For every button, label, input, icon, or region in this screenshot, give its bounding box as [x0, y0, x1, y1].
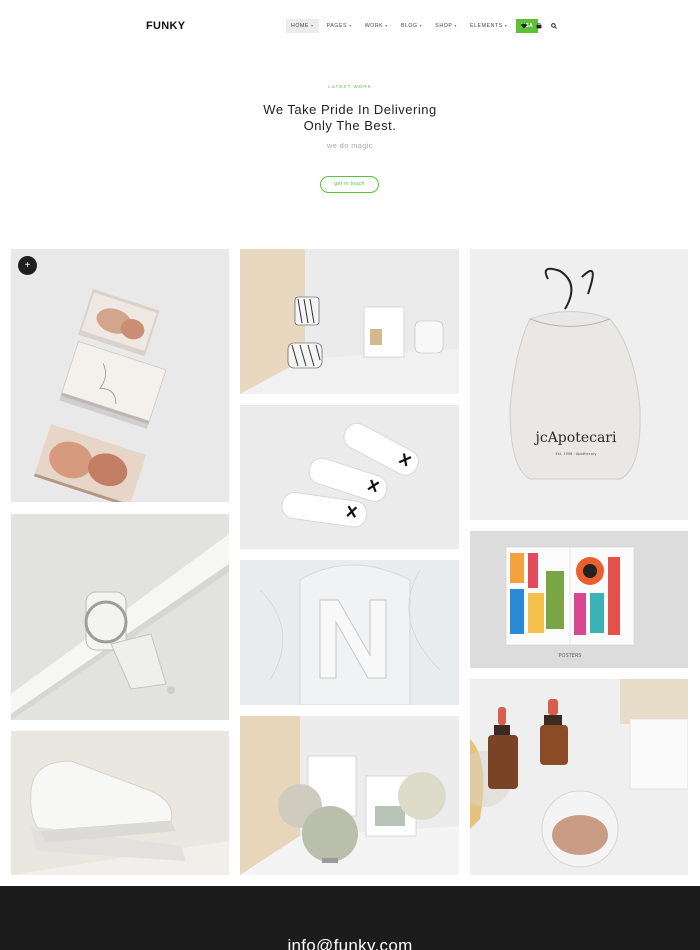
posters-magazine-image: POSTERS [470, 531, 688, 668]
caret-down-icon: ▾ [454, 23, 457, 28]
get-in-touch-button[interactable]: get in touch [320, 176, 379, 193]
main-nav: HOME ▾ PAGES ▾ WORK ▾ BLOG ▾ SHOP ▾ ELEMENTS ▾… [286, 19, 539, 33]
magazines-image [11, 249, 229, 502]
heart-icon[interactable] [520, 21, 528, 30]
header-icons [520, 21, 558, 30]
clamp-lamp-image [11, 514, 229, 720]
caret-down-icon: ▾ [310, 23, 314, 28]
cart-icon[interactable] [535, 21, 543, 30]
portfolio-item-bottles-and-soap[interactable] [470, 679, 688, 875]
bag-tagline-text: Est. 1998 · Apothecary [555, 452, 597, 456]
nav-pages-label: PAGES [326, 23, 348, 29]
posters-text: POSTERS [559, 653, 582, 659]
hero-headline-line-2: Only The Best. [303, 118, 397, 133]
nav-home-label: HOME [291, 23, 309, 29]
white-sneakers-image [240, 405, 459, 549]
nav-work[interactable]: WORK ▾ [360, 19, 393, 33]
drawstring-bag-image: jcApotecari Est. 1998 · Apothecary [470, 249, 688, 520]
nav-shop[interactable]: SHOP ▾ [430, 19, 462, 33]
nav-work-label: WORK [364, 23, 384, 29]
cups-and-box-image [240, 249, 459, 394]
hero-subtitle: we do magic [327, 141, 373, 150]
portfolio-item-stapler[interactable] [11, 731, 229, 875]
portfolio-item-clamp-lamp[interactable] [11, 514, 229, 720]
bag-brand-text: jcApotecari [534, 430, 617, 446]
nav-blog[interactable]: BLOG ▾ [396, 19, 427, 33]
nav-elements-label: ELEMENTS [470, 23, 503, 29]
portfolio-item-white-sneakers[interactable] [240, 405, 459, 549]
site-logo[interactable]: FUNKY [146, 20, 185, 32]
nav-pages[interactable]: PAGES ▾ [322, 19, 357, 33]
hero-eyebrow: LATEST WORK [328, 84, 372, 89]
nav-home[interactable]: HOME ▾ [286, 19, 319, 33]
search-icon[interactable] [550, 21, 558, 30]
nav-elements[interactable]: ELEMENTS ▾ [465, 19, 512, 33]
site-header: FUNKY HOME ▾ PAGES ▾ WORK ▾ BLOG ▾ SHOP ▾ ELE… [0, 0, 700, 54]
portfolio-item-magazines[interactable] [11, 249, 229, 502]
caret-down-icon: ▾ [419, 23, 423, 28]
portfolio-item-marble-n-sculpture[interactable] [240, 560, 459, 705]
portfolio-item-cups-and-box[interactable] [240, 249, 459, 394]
stapler-image [11, 731, 229, 875]
caret-down-icon: ▾ [504, 23, 508, 28]
site-footer: info@funky.com [0, 886, 700, 950]
portfolio-item-posters-magazine[interactable]: POSTERS [470, 531, 688, 668]
hero-headline: We Take Pride In Delivering Only The Bes… [0, 102, 700, 134]
portfolio-item-drawstring-bag[interactable]: jcApotecari Est. 1998 · Apothecary [470, 249, 688, 520]
round-mirrors-image [240, 716, 459, 875]
nav-blog-label: BLOG [400, 23, 418, 29]
caret-down-icon: ▾ [349, 23, 352, 28]
caret-down-icon: ▾ [385, 23, 388, 28]
expand-plus-icon[interactable]: + [18, 256, 37, 275]
hero-section: LATEST WORK We Take Pride In Delivering … [0, 84, 700, 150]
hero-headline-line-1: We Take Pride In Delivering [263, 102, 437, 117]
bottles-and-soap-image [470, 679, 688, 875]
nav-shop-label: SHOP [435, 23, 453, 29]
portfolio-item-round-mirrors[interactable] [240, 716, 459, 875]
marble-n-sculpture-image [240, 560, 459, 705]
footer-email-link[interactable]: info@funky.com [0, 936, 700, 950]
